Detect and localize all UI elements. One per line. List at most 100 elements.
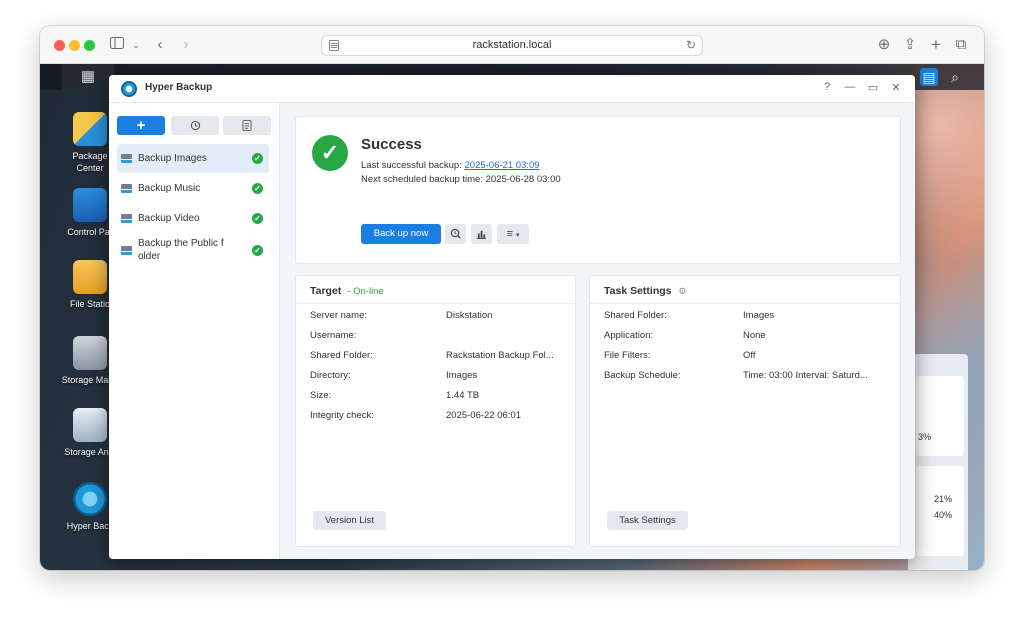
resource-monitor-widget: 3% 21% 40% <box>908 354 968 570</box>
dsm-desktop: ▦ ▤ ⌕ Package Center Control Par File St… <box>40 64 984 570</box>
minimize-icon[interactable]: — <box>843 81 857 93</box>
action-menu-button[interactable]: ≡ ▾ <box>497 224 529 244</box>
download-icon[interactable]: ⊕ <box>876 35 892 55</box>
server-name-label: Server name: <box>310 310 368 321</box>
target-header: Target - On-line <box>310 285 384 297</box>
backup-schedule-label: Backup Schedule: <box>604 370 681 381</box>
log-button[interactable] <box>223 116 271 135</box>
integrity-check-label: Integrity check: <box>310 410 374 421</box>
task-settings-header: Task Settings ⚙ <box>604 285 687 297</box>
window-title: Hyper Backup <box>145 82 213 93</box>
sidebar-toggle-icon[interactable] <box>108 35 126 55</box>
widget-card: 3% <box>916 376 964 456</box>
widget-percent: 40% <box>934 510 953 520</box>
tabs-overview-icon[interactable]: ⧉ <box>953 35 969 55</box>
next-backup-value: 2025-06-28 03:00 <box>485 174 561 185</box>
analyzer-icon <box>73 408 107 442</box>
integrity-check-icon <box>450 228 461 239</box>
size-value: 1.44 TB <box>446 390 480 401</box>
new-tab-icon[interactable]: + <box>928 35 944 55</box>
status-card: ✓ Success Last successful backup: 2025-0… <box>295 116 901 264</box>
server-icon <box>121 154 132 163</box>
log-icon <box>242 120 252 131</box>
divider <box>590 303 900 304</box>
share-icon[interactable]: ⇪ <box>902 35 918 55</box>
task-label: Backup Images <box>138 153 207 164</box>
bar-chart-icon <box>476 230 487 239</box>
forward-icon[interactable]: › <box>178 35 194 55</box>
last-backup-label: Last successful backup: <box>361 160 462 171</box>
browser-toolbar: ⌄ ‹ › rackstation.local ↻ ⊕ ⇪ + ⧉ <box>40 26 984 64</box>
package-icon <box>73 112 107 146</box>
task-item-backup-video[interactable]: Backup Video ✓ <box>117 204 269 233</box>
task-item-backup-images[interactable]: Backup Images ✓ <box>117 144 269 173</box>
success-check-icon: ✓ <box>252 183 263 194</box>
task-item-backup-public[interactable]: Backup the Public f older ✓ <box>117 234 269 268</box>
page-icon <box>329 40 339 51</box>
back-icon[interactable]: ‹ <box>152 35 168 55</box>
url-text: rackstation.local <box>472 39 552 51</box>
success-check-icon: ✓ <box>252 245 263 256</box>
divider <box>296 303 575 304</box>
search-icon[interactable]: ⌕ <box>946 68 964 86</box>
backup-schedule-value: Time: 03:00 Interval: Saturd... <box>743 370 868 381</box>
hyper-backup-icon <box>73 482 107 516</box>
task-settings-button[interactable]: Task Settings <box>607 511 688 530</box>
main-menu-icon[interactable]: ▦ <box>62 64 114 90</box>
control-panel-icon <box>73 188 107 222</box>
folder-icon <box>73 260 107 294</box>
add-task-button[interactable]: + <box>117 116 165 135</box>
hyper-backup-logo-icon <box>121 81 137 97</box>
address-bar[interactable]: rackstation.local ↻ <box>321 35 703 56</box>
storage-icon <box>73 336 107 370</box>
help-icon[interactable]: ? <box>820 81 834 93</box>
zoom-window-button[interactable] <box>84 40 95 51</box>
task-settings-card: Task Settings ⚙ Shared Folder: Images Ap… <box>589 275 901 547</box>
integrity-check-button[interactable] <box>445 224 466 244</box>
server-icon <box>121 246 132 255</box>
next-backup-line: Next scheduled backup time: 2025-06-28 0… <box>361 174 561 185</box>
success-check-icon: ✓ <box>252 153 263 164</box>
back-up-now-button[interactable]: Back up now <box>361 224 441 244</box>
menu-icon: ≡ <box>506 228 513 240</box>
hyper-backup-window: Hyper Backup ? — ▭ ✕ + Backup Images ✓ B… <box>109 75 915 559</box>
widget-card: 21% 40% <box>916 466 964 556</box>
username-label: Username: <box>310 330 357 341</box>
application-value: None <box>743 330 766 341</box>
settings-shared-folder-value: Images <box>743 310 775 321</box>
task-item-backup-music[interactable]: Backup Music ✓ <box>117 174 269 203</box>
maximize-icon[interactable]: ▭ <box>866 81 880 94</box>
task-settings-title: Task Settings <box>604 285 672 297</box>
widget-percent: 21% <box>934 494 953 504</box>
application-label: Application: <box>604 330 654 341</box>
minimize-window-button[interactable] <box>69 40 80 51</box>
last-backup-line: Last successful backup: 2025-06-21 03:09 <box>361 160 540 171</box>
server-name-value: Diskstation <box>446 310 493 321</box>
directory-value: Images <box>446 370 478 381</box>
settings-lock-icon[interactable]: ⚙ <box>678 286 686 296</box>
caret-down-icon: ▾ <box>515 232 520 239</box>
last-backup-link[interactable]: 2025-06-21 03:09 <box>465 160 540 171</box>
task-label: Backup Music <box>138 183 201 194</box>
file-filters-label: File Filters: <box>604 350 651 361</box>
status-title: Success <box>361 136 422 153</box>
widgets-icon[interactable]: ▤ <box>920 68 938 86</box>
close-window-button[interactable] <box>54 40 65 51</box>
task-label: Backup Video <box>138 213 200 224</box>
version-list-button[interactable]: Version List <box>313 511 386 530</box>
close-icon[interactable]: ✕ <box>889 81 903 94</box>
success-check-icon: ✓ <box>312 135 348 171</box>
online-status: - On-line <box>347 286 384 297</box>
shared-folder-label: Shared Folder: <box>310 350 373 361</box>
target-card: Target - On-line Server name: Diskstation… <box>295 275 576 547</box>
restore-history-button[interactable] <box>171 116 219 135</box>
server-icon <box>121 184 132 193</box>
task-list-pane: + Backup Images ✓ Backup Music ✓ Backup … <box>109 103 280 559</box>
chevron-down-icon[interactable]: ⌄ <box>130 35 142 55</box>
window-titlebar[interactable]: Hyper Backup ? — ▭ ✕ <box>109 75 915 103</box>
shared-folder-value: Rackstation Backup Fol... <box>446 350 554 361</box>
target-title: Target <box>310 285 342 297</box>
reload-icon[interactable]: ↻ <box>686 36 696 55</box>
statistics-button[interactable] <box>471 224 492 244</box>
widget-percent: 3% <box>918 432 932 442</box>
